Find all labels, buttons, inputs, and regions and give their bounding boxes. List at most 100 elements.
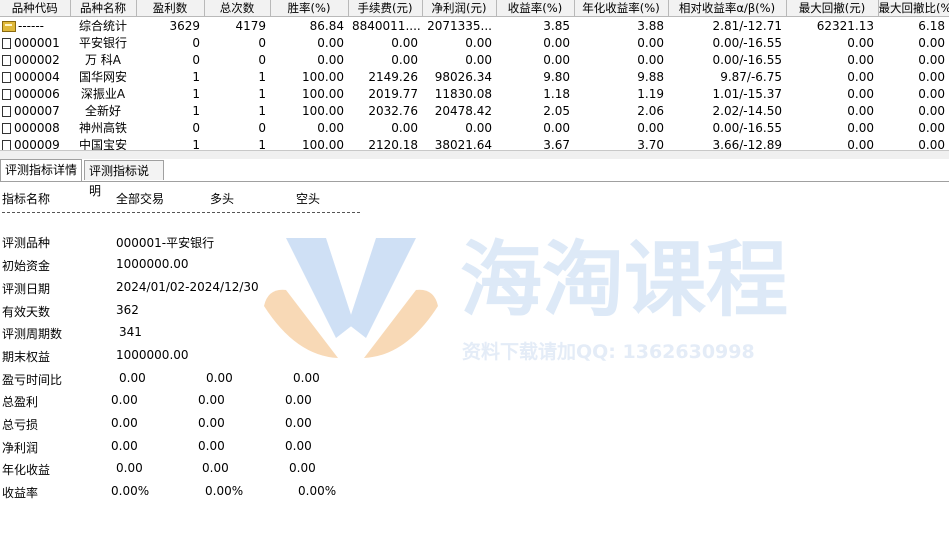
table-cell: 0: [258, 120, 266, 135]
table-cell: 0.00: [637, 120, 664, 135]
table-cell: 86.84: [309, 18, 344, 33]
table-cell: 1: [258, 69, 266, 84]
table-cell: 2032.76: [368, 103, 418, 118]
document-icon: [2, 139, 11, 150]
cell-code: 000001: [0, 34, 70, 51]
table-cell: 0.00: [465, 35, 492, 50]
metric-value-short: 0.00: [289, 461, 316, 475]
panel-splitter[interactable]: [0, 150, 949, 159]
cell-code-text: 000008: [14, 120, 60, 135]
table-cell: 11830.08: [434, 86, 492, 101]
metric-value-all: 0.00: [119, 371, 146, 385]
table-cell: 1: [192, 137, 200, 151]
table-cell: 0.00: [637, 52, 664, 67]
info-label: 有效天数: [2, 305, 51, 319]
metric-value-long: 0.00: [198, 439, 225, 453]
column-header[interactable]: 品种代码: [0, 0, 71, 17]
metric-value-all: 0.00: [111, 439, 138, 453]
table-cell: 0.00/-16.55: [712, 35, 782, 50]
table-cell: 2.06: [637, 103, 664, 118]
column-header[interactable]: 品种名称: [70, 0, 137, 17]
table-cell: 20478.42: [434, 103, 492, 118]
cell-code-text: 000006: [14, 86, 60, 101]
table-row[interactable]: 000009 中国宝安 1 1 100.00 2120.18 38021.64 3.67 3.7…: [0, 136, 949, 150]
table-cell: 3.70: [637, 137, 664, 151]
table-cell: 0.00: [847, 69, 874, 84]
table-cell: 8840011....: [352, 18, 421, 33]
document-icon: [2, 88, 11, 100]
column-header[interactable]: 总次数: [204, 0, 271, 17]
table-cell: 2120.18: [368, 137, 418, 151]
table-cell: 1.18: [543, 86, 570, 101]
info-label: 评测品种: [2, 236, 51, 250]
column-header[interactable]: 相对收益率α/β(%): [668, 0, 787, 17]
metric-value-short: 0.00: [285, 393, 312, 407]
tab-metric-details[interactable]: 评测指标详情: [0, 159, 82, 181]
metric-label: 盈亏时间比: [2, 373, 63, 387]
table-cell: 综合统计: [78, 19, 127, 33]
table-row[interactable]: 000001 平安银行 0 0 0.00 0.00 0.00 0.00 0.00 0.00/-16…: [0, 34, 949, 51]
cell-code: 000002: [0, 51, 70, 68]
table-cell: 0.00: [317, 52, 344, 67]
table-cell: 0: [192, 52, 200, 67]
table-cell: 0.00: [918, 69, 945, 84]
table-cell: 0.00/-16.55: [712, 120, 782, 135]
column-header[interactable]: 净利润(元): [422, 0, 497, 17]
metric-value-short: 0.00: [285, 416, 312, 430]
column-header[interactable]: 最大回撤比(%): [878, 0, 949, 17]
column-header[interactable]: 年化收益率(%): [574, 0, 669, 17]
column-header[interactable]: 手续费(元): [348, 0, 423, 17]
detail-tabs: 评测指标详情 评测指标说明: [0, 159, 949, 198]
column-header[interactable]: 盈利数: [136, 0, 205, 17]
tab-metric-description[interactable]: 评测指标说明: [84, 160, 164, 198]
table-cell: 1: [192, 103, 200, 118]
info-label: 初始资金: [2, 259, 51, 273]
table-cell: 0.00: [918, 86, 945, 101]
table-cell: 3.88: [637, 18, 664, 33]
table-cell: 0.00: [847, 137, 874, 151]
table-cell: 0.00: [391, 120, 418, 135]
table-cell: 3.66/-12.89: [712, 137, 782, 151]
table-cell: 2071335...: [427, 18, 492, 33]
table-cell: 0: [192, 120, 200, 135]
cell-code: 000004: [0, 68, 70, 85]
table-row[interactable]: 000007 全新好 1 1 100.00 2032.76 20478.42 2.05 2.06…: [0, 102, 949, 119]
document-icon: [2, 122, 11, 134]
table-row[interactable]: ------ 综合统计 3629 4179 86.84 8840011.... 207133…: [0, 17, 949, 35]
table-cell: 0.00: [543, 35, 570, 50]
table-cell: 0.00: [918, 137, 945, 151]
document-icon: [2, 71, 11, 83]
table-cell: 0.00: [918, 52, 945, 67]
metric-label: 总亏损: [2, 418, 39, 432]
info-value: 1000000.00: [116, 257, 189, 271]
table-cell: 0.00: [847, 103, 874, 118]
column-header[interactable]: 收益率(%): [496, 0, 575, 17]
table-cell: 0.00: [465, 52, 492, 67]
cell-code-text: 000009: [14, 137, 60, 151]
metric-value-long: 0.00%: [205, 484, 244, 498]
cell-code-text: 000004: [14, 69, 60, 84]
table-row[interactable]: 000002 万 科A 0 0 0.00 0.00 0.00 0.00 0.00 0.00/-16…: [0, 51, 949, 68]
metric-label: 收益率: [2, 486, 39, 500]
info-value: 1000000.00: [116, 348, 189, 362]
table-cell: 1.19: [637, 86, 664, 101]
table-row[interactable]: 000006 深振业A 1 1 100.00 2019.77 11830.08 1.18 1.1…: [0, 85, 949, 102]
col-header-long: 多头: [210, 192, 235, 206]
metric-value-short: 0.00: [285, 439, 312, 453]
table-cell: 9.80: [543, 69, 570, 84]
table-cell: 全新好: [84, 104, 121, 118]
metric-value-all: 0.00: [116, 461, 143, 475]
table-cell: 1: [258, 103, 266, 118]
column-header[interactable]: 最大回撤(元): [786, 0, 879, 17]
folder-icon: [2, 20, 16, 32]
table-row[interactable]: 000004 国华网安 1 1 100.00 2149.26 98026.34 9.80 9.8…: [0, 68, 949, 85]
table-row[interactable]: 000008 神州高铁 0 0 0.00 0.00 0.00 0.00 0.00 0.00/-16…: [0, 119, 949, 136]
table-cell: 3.67: [543, 137, 570, 151]
column-header[interactable]: 胜率(%): [270, 0, 349, 17]
table-cell: 1: [192, 69, 200, 84]
table-cell: 0.00: [543, 52, 570, 67]
table-cell: 0.00: [847, 120, 874, 135]
table-cell: 0: [258, 52, 266, 67]
table-cell: 0: [258, 35, 266, 50]
table-cell: 0.00: [391, 35, 418, 50]
